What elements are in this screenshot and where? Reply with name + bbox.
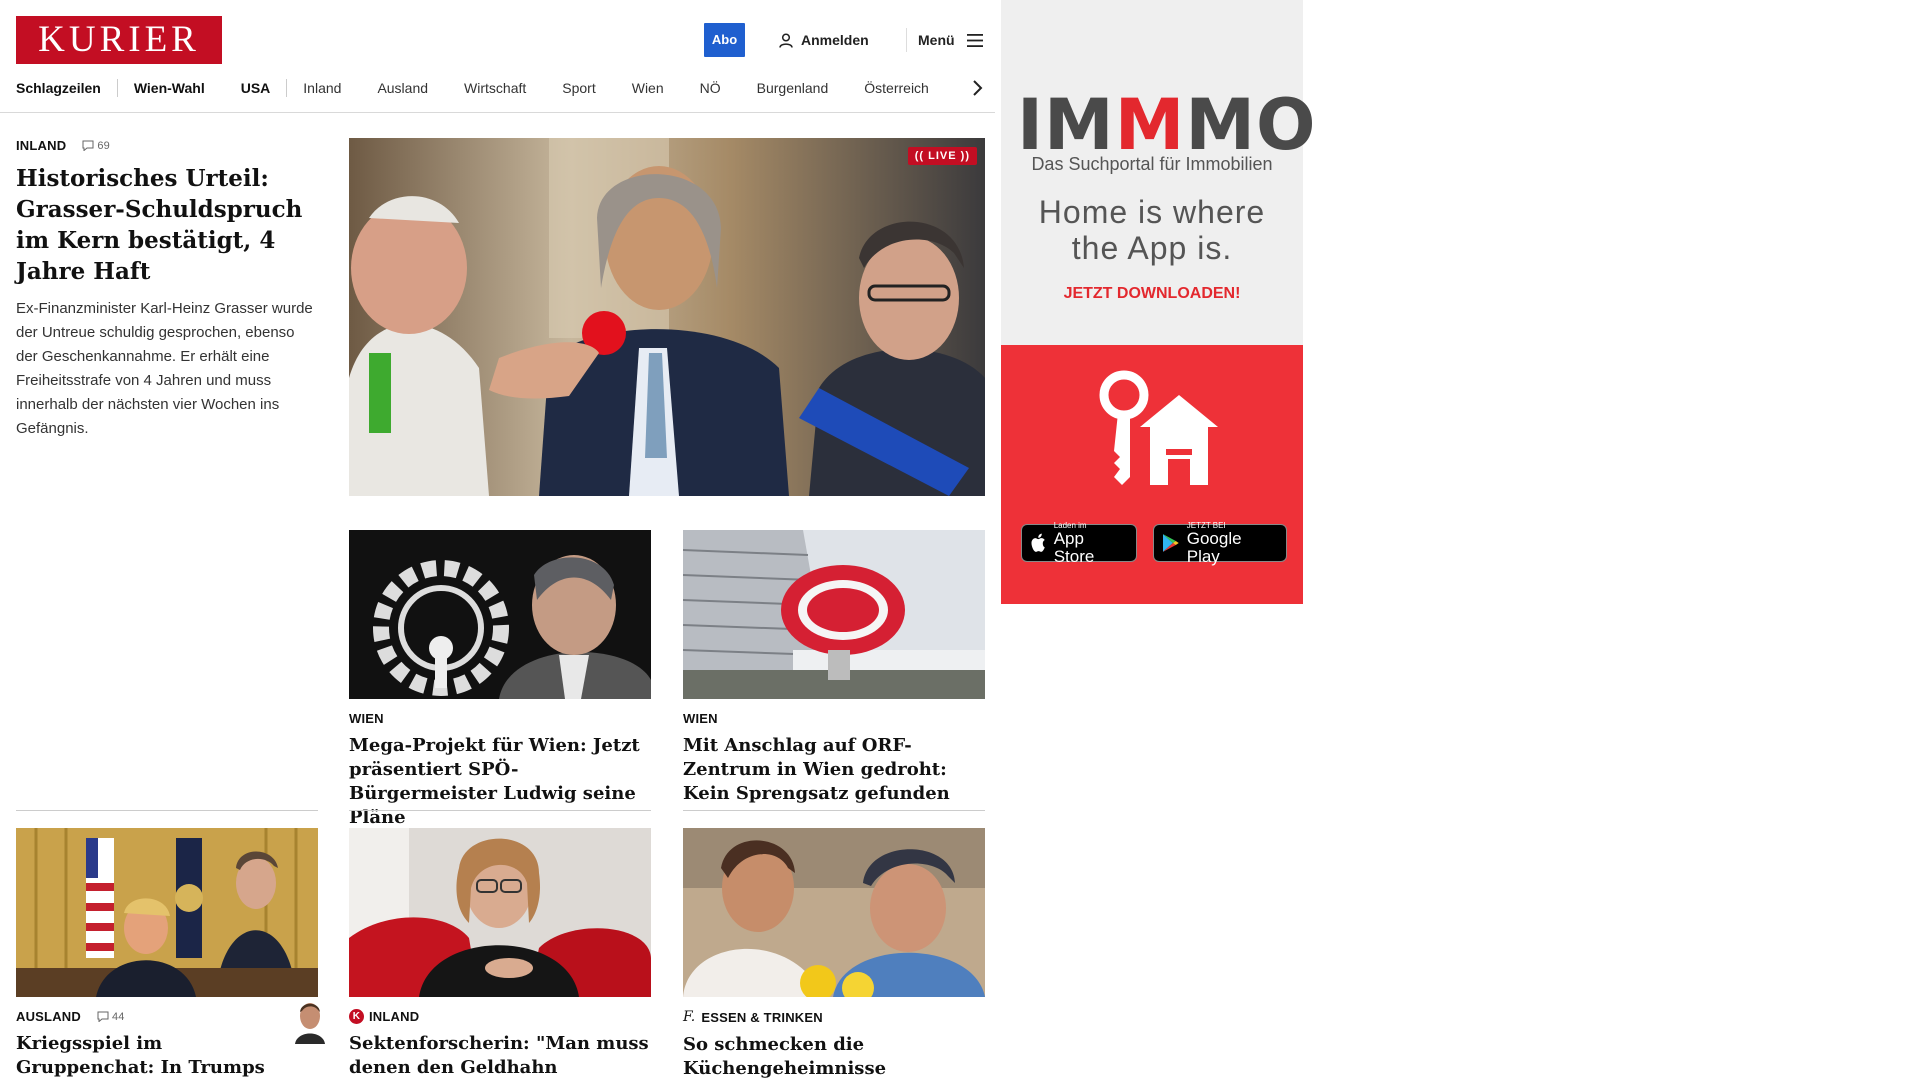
nav-item-noe[interactable]: NÖ: [700, 80, 721, 96]
ad-download-cta[interactable]: JETZT DOWNLOADEN!: [1001, 285, 1303, 303]
story-image[interactable]: [16, 828, 318, 997]
story-card[interactable]: K INLAND Sektenforscherin: "Man muss den…: [349, 828, 651, 1080]
lead-image[interactable]: (( LIVE )): [349, 138, 985, 496]
advertisement-immmo[interactable]: IMMMO Das Suchportal für Immobilien Home…: [1001, 0, 1316, 604]
story-kicker-label: ESSEN & TRINKEN: [701, 1009, 823, 1025]
abo-button[interactable]: Abo: [704, 23, 745, 57]
google-play-button[interactable]: JETZT BEI Google Play: [1153, 521, 1287, 565]
nav-item-sport[interactable]: Sport: [562, 80, 595, 96]
author-photo: [292, 998, 328, 1044]
live-badge: (( LIVE )): [907, 147, 977, 165]
divider: [349, 810, 651, 811]
author-avatar[interactable]: [292, 998, 328, 1044]
immmo-logo: IMMMO: [1017, 84, 1317, 166]
ad-slogan: Home is where the App is.: [1038, 194, 1266, 266]
ad-subtitle: Das Suchportal für Immobilien: [1031, 154, 1273, 174]
story-headline[interactable]: Kriegsspiel im Gruppenchat: In Trumps Te…: [16, 1032, 318, 1080]
story-card[interactable]: WIEN Mega-Projekt für Wien: Jetzt präsen…: [349, 530, 651, 830]
comment-count[interactable]: 69: [82, 140, 110, 152]
nav-separator: [286, 79, 288, 97]
menu-label: Menü: [918, 32, 955, 48]
nav-item-usa[interactable]: USA: [241, 80, 271, 96]
story-kicker: AUSLAND 44: [16, 1009, 318, 1024]
story-kicker-label: AUSLAND: [16, 1009, 81, 1024]
photo-griechische-omas: [683, 828, 985, 997]
story-kicker-label: INLAND: [369, 1009, 420, 1024]
menu-button[interactable]: Menü: [918, 29, 983, 51]
site-header: KURIER Abo Anmelden Menü Schlagzeilen Wi…: [0, 0, 995, 113]
nav-item-wirtschaft[interactable]: Wirtschaft: [464, 80, 526, 96]
story-card[interactable]: AUSLAND 44 Kriegsspiel im Gruppenchat: I…: [16, 828, 328, 1080]
user-icon: [779, 32, 793, 48]
story-kicker: K INLAND: [349, 1009, 651, 1024]
login-button[interactable]: Anmelden: [779, 29, 869, 51]
comment-icon: [97, 1011, 109, 1022]
story-image[interactable]: [683, 530, 985, 699]
comment-icon: [82, 140, 94, 151]
nav-item-wien[interactable]: Wien: [632, 80, 664, 96]
app-store-label: App Store: [1053, 528, 1095, 566]
nav-item-oesterreich[interactable]: Österreich: [864, 80, 929, 96]
story-image[interactable]: [349, 828, 651, 997]
story-headline[interactable]: So schmecken die Küchengeheimnisse griec…: [683, 1033, 985, 1080]
chevron-right-icon[interactable]: [968, 78, 986, 98]
photo-orf-zentrum: [683, 530, 985, 699]
freizeit-brand-icon: f.: [683, 1009, 696, 1025]
nav-item-wien-wahl[interactable]: Wien-Wahl: [134, 80, 205, 96]
lead-teaser: Ex-Finanzminister Karl-Heinz Grasser wur…: [16, 300, 313, 437]
story-headline[interactable]: Sektenforscherin: "Man muss denen den Ge…: [349, 1032, 651, 1080]
story-headline[interactable]: Mit Anschlag auf ORF-Zentrum in Wien ged…: [683, 734, 985, 806]
comment-count-value: 44: [111, 1010, 125, 1023]
divider: [683, 810, 985, 811]
hamburger-icon: [966, 33, 983, 47]
nav-separator: [116, 79, 118, 97]
app-store-button[interactable]: Laden im App Store: [1021, 521, 1137, 565]
story-kicker: f. ESSEN & TRINKEN: [683, 1009, 985, 1025]
house-key-icon: [1099, 370, 1218, 485]
lead-story[interactable]: INLAND 69 Historisches Urteil: Grasser-S…: [16, 138, 318, 441]
photo-oval-office: [16, 828, 318, 997]
kurier-plus-icon: K: [349, 1009, 364, 1024]
story-headline[interactable]: Mega-Projekt für Wien: Jetzt präsentiert…: [349, 734, 651, 830]
lead-headline[interactable]: Historisches Urteil: Grasser-Schuldspruc…: [16, 163, 318, 287]
story-kicker: WIEN: [349, 711, 384, 726]
kurier-logo[interactable]: KURIER: [16, 16, 222, 64]
section-nav: Schlagzeilen Wien-Wahl USA Inland Auslan…: [16, 78, 965, 98]
story-card[interactable]: WIEN Mit Anschlag auf ORF-Zentrum in Wie…: [683, 530, 985, 806]
nav-item-burgenland[interactable]: Burgenland: [757, 80, 829, 96]
nav-item-ausland[interactable]: Ausland: [377, 80, 428, 96]
divider: [16, 810, 318, 811]
lead-photo-grasser: [349, 138, 985, 496]
story-kicker: WIEN: [683, 711, 718, 726]
ad-top-panel: IMMMO Das Suchportal für Immobilien Home…: [1001, 0, 1316, 345]
nav-item-schlagzeilen[interactable]: Schlagzeilen: [16, 80, 101, 96]
comment-count-value: 69: [97, 139, 110, 152]
nav-item-inland[interactable]: Inland: [303, 80, 341, 96]
story-image[interactable]: [349, 530, 651, 699]
comment-count[interactable]: 44: [97, 1011, 125, 1023]
google-play-label: Google Play: [1186, 528, 1242, 566]
photo-sektenforscherin: [349, 828, 651, 997]
login-label: Anmelden: [801, 32, 869, 48]
header-divider: [906, 28, 907, 52]
ad-bottom-panel: Laden im App Store JETZT BEI Google Play: [1001, 345, 1303, 604]
story-image[interactable]: [683, 828, 985, 997]
lead-kicker: INLAND: [16, 138, 67, 153]
story-card[interactable]: f. ESSEN & TRINKEN So schmecken die Küch…: [683, 828, 985, 1080]
apple-icon: [1031, 533, 1045, 552]
photo-ludwig: [349, 530, 651, 699]
google-play-icon: [1162, 534, 1179, 552]
